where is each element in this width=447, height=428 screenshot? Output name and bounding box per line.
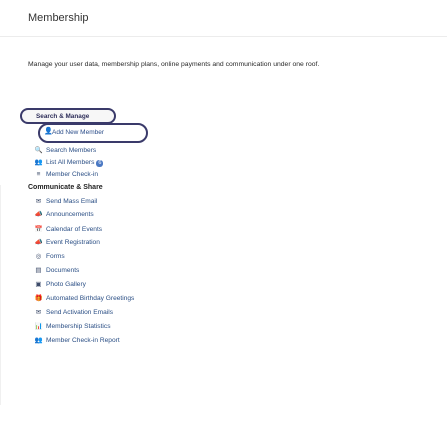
mail-icon: ✉ [35,309,42,316]
form-icon: ◎ [35,253,42,260]
photo-icon: ▣ [35,281,42,288]
forms-link[interactable]: ◎ Forms [34,252,65,262]
event-registration-label: Event Registration [46,239,100,246]
users-icon: 👥 [34,337,43,344]
left-divider [0,185,1,405]
member-checkin-link[interactable]: ≡ Member Check-in [34,170,98,180]
search-icon: 🔍 [34,147,43,154]
search-members-label: Search Members [46,147,97,154]
event-registration-link[interactable]: 📣 Event Registration [34,238,100,248]
birthday-greetings-label: Automated Birthday Greetings [46,295,135,302]
megaphone-icon: 📣 [34,211,43,218]
communicate-share-heading: Communicate & Share [28,184,103,191]
documents-label: Documents [46,267,80,274]
page-title: Membership [28,12,89,24]
add-new-member-link[interactable]: 👤 Add New Member [38,123,148,143]
stats-icon: 📊 [34,323,43,330]
list-all-members-link[interactable]: 👥 List All Members 6 [34,158,104,168]
search-manage-label: Search & Manage [36,113,90,120]
photo-gallery-link[interactable]: ▣ Photo Gallery [34,280,86,290]
list-all-members-label: List All Members [46,159,95,166]
calendar-icon: 📅 [34,226,43,233]
members-count-badge: 6 [96,160,104,167]
megaphone-icon: 📣 [34,239,43,246]
page-description: Manage your user data, membership plans,… [28,61,320,68]
checkin-report-label: Member Check-in Report [46,337,120,344]
send-activation-emails-label: Send Activation Emails [46,309,114,316]
search-members-link[interactable]: 🔍 Search Members [34,146,96,156]
membership-statistics-link[interactable]: 📊 Membership Statistics [34,322,111,332]
announcements-link[interactable]: 📣 Announcements [34,210,94,220]
header-divider [0,36,447,37]
checkin-icon: ≡ [36,171,41,178]
send-activation-emails-link[interactable]: ✉ Send Activation Emails [34,308,113,318]
calendar-of-events-label: Calendar of Events [46,226,103,233]
documents-link[interactable]: ▤ Documents [34,266,79,276]
gift-icon: 🎁 [34,295,43,302]
forms-label: Forms [46,253,65,260]
announcements-label: Announcements [46,211,94,218]
add-new-member-label: Add New Member [52,129,105,136]
photo-gallery-label: Photo Gallery [46,281,86,288]
send-mass-email-link[interactable]: ✉ Send Mass Email [34,197,98,207]
birthday-greetings-link[interactable]: 🎁 Automated Birthday Greetings [34,294,134,304]
mail-icon: ✉ [35,198,42,205]
checkin-report-link[interactable]: 👥 Member Check-in Report [34,336,120,346]
document-icon: ▤ [35,267,42,274]
users-icon: 👥 [34,159,43,166]
send-mass-email-label: Send Mass Email [46,198,98,205]
user-add-icon: 👤 [44,128,53,135]
calendar-of-events-link[interactable]: 📅 Calendar of Events [34,225,102,235]
search-manage-button[interactable]: Search & Manage [20,108,116,124]
member-checkin-label: Member Check-in [46,171,99,178]
membership-statistics-label: Membership Statistics [46,323,111,330]
